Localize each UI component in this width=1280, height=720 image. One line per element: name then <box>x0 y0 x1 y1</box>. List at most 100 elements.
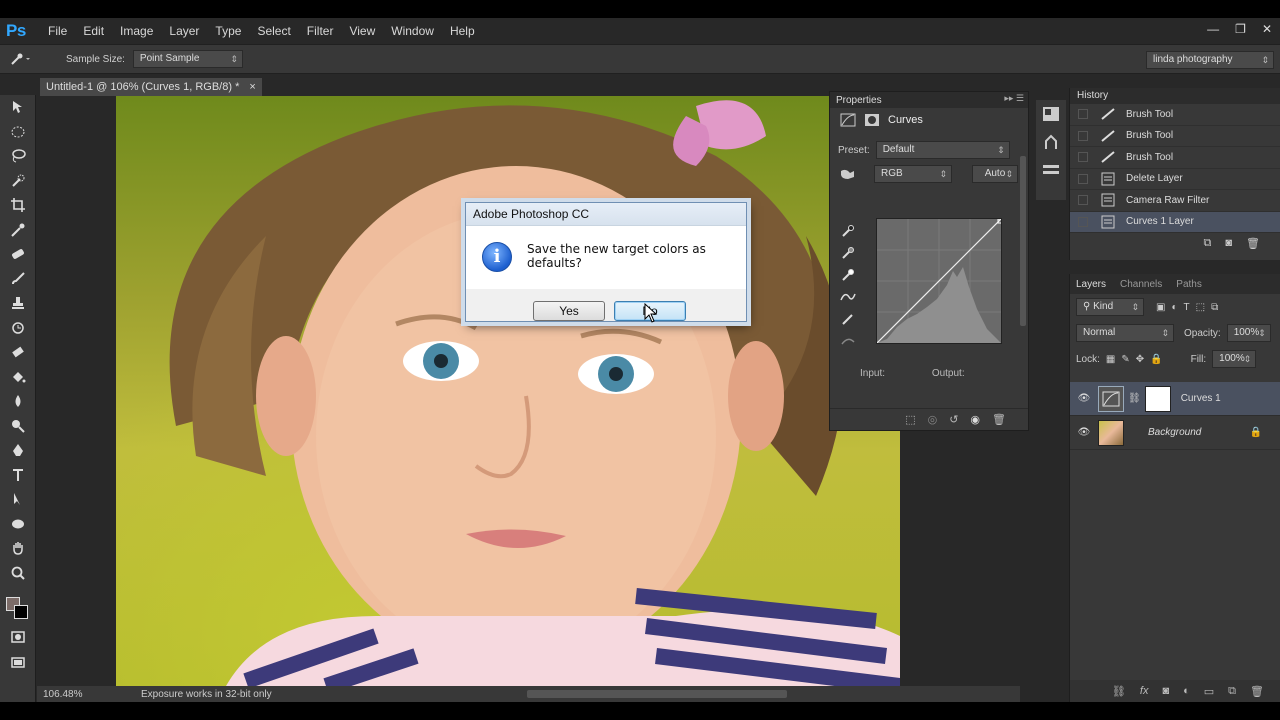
history-item-active[interactable]: Curves 1 Layer <box>1070 211 1280 233</box>
zoom-level[interactable]: 106.48% <box>43 689 93 700</box>
layer-row-background[interactable]: 👁 Background 🔒 <box>1070 416 1280 450</box>
add-mask-icon[interactable]: ◙ <box>1162 685 1169 697</box>
new-layer-icon[interactable]: ⧉ <box>1228 685 1236 698</box>
history-item[interactable]: Delete Layer <box>1070 169 1280 190</box>
opacity-input[interactable]: 100% <box>1226 324 1271 342</box>
restore-button[interactable]: ❐ <box>1235 22 1246 36</box>
filter-type-icon[interactable]: T <box>1184 302 1190 313</box>
filter-smart-object-icon[interactable]: ⧉ <box>1211 302 1218 313</box>
brush-icon[interactable] <box>0 267 36 292</box>
lasso-icon[interactable] <box>0 144 36 169</box>
quick-selection-icon[interactable] <box>0 169 36 194</box>
visibility-eye-icon[interactable]: ◉ <box>970 413 980 426</box>
history-snapshot-checkbox[interactable] <box>1078 216 1088 227</box>
hand-icon[interactable] <box>0 536 36 561</box>
clone-stamp-icon[interactable] <box>0 291 36 316</box>
blur-icon[interactable] <box>0 389 36 414</box>
eyedropper-icon[interactable] <box>0 218 36 243</box>
menu-layer[interactable]: Layer <box>161 18 207 44</box>
brush-presets-panel-icon[interactable] <box>1036 128 1066 156</box>
quick-mask-icon[interactable] <box>0 625 36 650</box>
lock-all-icon[interactable]: 🔒 <box>1150 354 1162 365</box>
menu-select[interactable]: Select <box>249 18 298 44</box>
filter-kind-select[interactable]: ⚲ Kind <box>1076 298 1144 316</box>
tab-layers[interactable]: Layers <box>1076 279 1106 290</box>
history-snapshot-checkbox[interactable] <box>1078 173 1088 184</box>
mask-link-icon[interactable]: ⛓ <box>1128 393 1141 404</box>
filter-shape-icon[interactable]: ⬚ <box>1196 302 1205 313</box>
visibility-eye-icon[interactable]: 👁 <box>1070 427 1098 438</box>
crop-icon[interactable] <box>0 193 36 218</box>
link-layers-icon[interactable]: ⛓ <box>1112 685 1126 698</box>
dodge-icon[interactable] <box>0 414 36 439</box>
menu-image[interactable]: Image <box>112 18 161 44</box>
view-previous-icon[interactable]: ◎ <box>928 413 938 426</box>
background-color-swatch[interactable] <box>14 605 28 619</box>
eyedropper-tool-preset-icon[interactable] <box>0 45 40 73</box>
lock-position-icon[interactable]: ✥ <box>1136 354 1144 365</box>
properties-tab[interactable]: Properties ▸▸ ☰ <box>830 92 1028 108</box>
eraser-icon[interactable] <box>0 340 36 365</box>
layer-style-fx-icon[interactable]: fx <box>1140 685 1149 697</box>
delete-layer-icon[interactable]: 🗑 <box>1250 685 1264 698</box>
menu-filter[interactable]: Filter <box>299 18 342 44</box>
minimize-button[interactable]: — <box>1207 22 1219 36</box>
workspace-select[interactable]: linda photography <box>1146 51 1274 69</box>
filter-pixel-icon[interactable]: ▣ <box>1156 302 1165 313</box>
history-snapshot-checkbox[interactable] <box>1078 152 1088 163</box>
clip-to-layer-icon[interactable]: ⬚ <box>905 413 915 426</box>
document-photo[interactable] <box>116 96 900 686</box>
close-document-icon[interactable]: × <box>249 78 255 96</box>
history-brush-icon[interactable] <box>0 316 36 341</box>
menu-edit[interactable]: Edit <box>75 18 112 44</box>
new-group-icon[interactable]: ▭ <box>1204 685 1214 698</box>
new-document-from-state-icon[interactable]: ⧉ <box>1204 237 1212 250</box>
elliptical-marquee-icon[interactable] <box>0 120 36 145</box>
tool-presets-panel-icon[interactable] <box>1036 156 1066 184</box>
properties-scrollbar[interactable] <box>1020 156 1026 326</box>
sample-size-select[interactable]: Point Sample <box>132 50 243 68</box>
menu-help[interactable]: Help <box>442 18 483 44</box>
history-item[interactable]: Camera Raw Filter <box>1070 190 1280 212</box>
reset-icon[interactable]: ↺ <box>949 413 958 426</box>
history-item[interactable]: Brush Tool <box>1070 126 1280 147</box>
screen-mode-icon[interactable] <box>0 650 36 675</box>
color-swatches[interactable] <box>0 585 36 625</box>
history-snapshot-checkbox[interactable] <box>1078 195 1088 206</box>
menu-file[interactable]: File <box>40 18 75 44</box>
document-tab[interactable]: Untitled-1 @ 106% (Curves 1, RGB/8) * × <box>40 78 262 96</box>
sample-shadows-eyedropper-icon[interactable] <box>836 220 860 242</box>
paint-bucket-icon[interactable] <box>0 365 36 390</box>
tab-channels[interactable]: Channels <box>1120 279 1162 290</box>
history-item[interactable]: Brush Tool <box>1070 147 1280 169</box>
draw-pencil-icon[interactable] <box>836 308 860 330</box>
auto-button[interactable]: Auto <box>972 165 1018 183</box>
panel-menu-icon[interactable]: ▸▸ ☰ <box>1004 93 1024 104</box>
zoom-icon[interactable] <box>0 561 36 586</box>
new-snapshot-icon[interactable]: ◙ <box>1225 237 1232 249</box>
history-snapshot-checkbox[interactable] <box>1078 130 1088 141</box>
menu-type[interactable]: Type <box>207 18 249 44</box>
blend-mode-select[interactable]: Normal <box>1076 324 1174 342</box>
sample-midtones-eyedropper-icon[interactable] <box>836 242 860 264</box>
fill-input[interactable]: 100% <box>1212 350 1257 368</box>
type-icon[interactable] <box>0 463 36 488</box>
mask-icon[interactable] <box>864 113 880 127</box>
new-adjustment-layer-icon[interactable]: ◐ <box>1183 685 1190 697</box>
path-selection-icon[interactable] <box>0 487 36 512</box>
move-tool-icon[interactable] <box>0 95 36 120</box>
layer-mask-thumbnail[interactable] <box>1144 385 1171 412</box>
targeted-adjustment-icon[interactable] <box>838 167 860 181</box>
edit-points-curve-icon[interactable] <box>836 286 860 308</box>
history-tab[interactable]: History <box>1070 88 1280 104</box>
menu-view[interactable]: View <box>341 18 383 44</box>
yes-button[interactable]: Yes <box>533 301 605 321</box>
healing-brush-icon[interactable] <box>0 242 36 267</box>
smooth-curve-icon[interactable] <box>836 330 860 352</box>
visibility-eye-icon[interactable]: 👁 <box>1070 393 1098 404</box>
lock-transparent-icon[interactable]: ▦ <box>1106 354 1115 365</box>
history-snapshot-checkbox[interactable] <box>1078 109 1088 120</box>
pen-icon[interactable] <box>0 438 36 463</box>
preset-select[interactable]: Default <box>875 141 1010 159</box>
ellipse-shape-icon[interactable] <box>0 512 36 537</box>
